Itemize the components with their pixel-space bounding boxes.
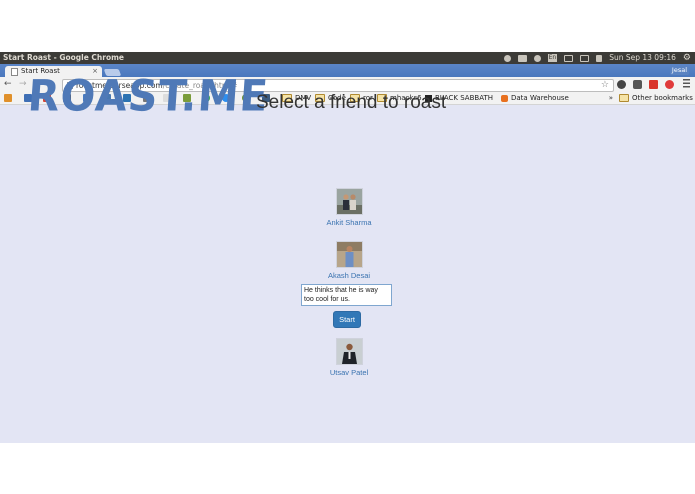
pocket-icon[interactable] xyxy=(633,80,642,89)
bookmark-label: Other bookmarks xyxy=(632,94,693,102)
back-button[interactable]: ← xyxy=(4,79,12,89)
page-title: Select a friend to roast xyxy=(256,92,447,113)
page-icon xyxy=(11,68,18,76)
friend-avatar[interactable] xyxy=(335,241,363,268)
friend-card[interactable]: Akash Desai xyxy=(320,241,378,280)
extension-star-icon[interactable] xyxy=(649,80,658,89)
mail-icon[interactable] xyxy=(564,54,574,62)
forward-button[interactable]: → xyxy=(19,79,27,89)
bluetooth-icon[interactable] xyxy=(517,54,527,62)
clock[interactable]: Sun Sep 13 09:16 xyxy=(609,52,676,64)
adblock-icon[interactable] xyxy=(665,80,674,89)
keyboard-layout-indicator[interactable]: En xyxy=(547,54,558,62)
friend-avatar[interactable] xyxy=(335,188,363,215)
battery-icon[interactable] xyxy=(580,54,590,62)
bookmarks-overflow-button[interactable]: » xyxy=(609,92,613,104)
volume-icon[interactable] xyxy=(596,54,603,62)
screen: Start Roast - Google Chrome En Sun Sep 1… xyxy=(0,52,695,443)
friend-card[interactable]: Ankit Sharma xyxy=(320,188,378,227)
window-title: Start Roast - Google Chrome xyxy=(3,53,125,62)
bookmark-apps-icon[interactable] xyxy=(4,94,12,102)
other-bookmarks-folder[interactable]: Other bookmarks xyxy=(619,92,693,104)
friend-name[interactable]: Utsav Patel xyxy=(320,368,378,377)
data-warehouse-icon xyxy=(501,94,508,102)
wifi-icon[interactable] xyxy=(533,54,541,62)
gear-icon[interactable]: ⚙ xyxy=(683,52,691,64)
roast-text-input[interactable]: He thinks that he is way too cool for us… xyxy=(301,284,392,306)
bookmark-star-icon[interactable]: ☆ xyxy=(601,80,609,91)
friend-card[interactable]: Utsav Patel xyxy=(320,338,378,377)
extension-compass-icon[interactable] xyxy=(617,80,626,89)
bookmark-label: Data Warehouse xyxy=(511,94,569,102)
system-tray: En Sun Sep 13 09:16 ⚙ xyxy=(503,52,691,64)
start-button[interactable]: Start xyxy=(333,311,361,328)
folder-icon xyxy=(619,94,629,102)
dropbox-icon[interactable] xyxy=(503,54,511,62)
chrome-menu-icon[interactable] xyxy=(683,79,690,88)
friend-name[interactable]: Ankit Sharma xyxy=(320,218,378,227)
profile-name[interactable]: Jesal xyxy=(669,66,689,75)
friend-name[interactable]: Akash Desai xyxy=(320,271,378,280)
os-top-panel: Start Roast - Google Chrome En Sun Sep 1… xyxy=(0,52,695,64)
friend-avatar[interactable] xyxy=(335,338,363,365)
roastme-logo: ROAST.ME xyxy=(26,70,271,122)
bookmark-data-warehouse[interactable]: Data Warehouse xyxy=(501,92,569,104)
